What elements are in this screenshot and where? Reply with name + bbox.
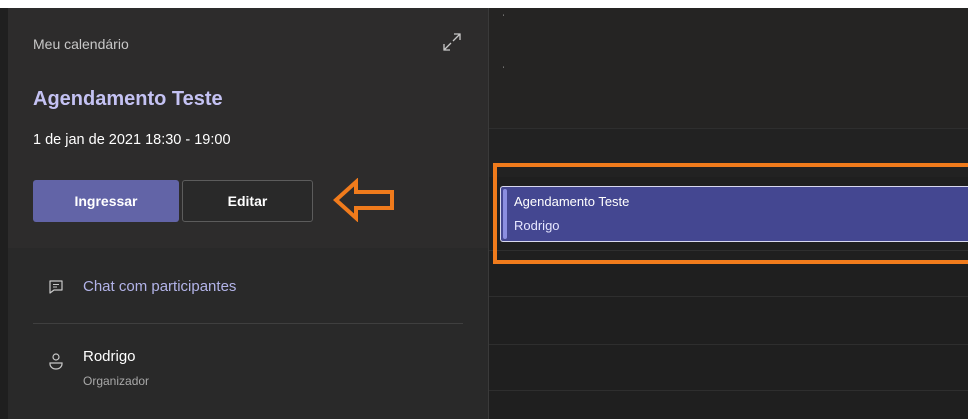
expand-icon[interactable] (441, 31, 463, 53)
event-block-organizer: Rodrigo (514, 218, 560, 233)
grid-line (488, 296, 968, 297)
grid-line (488, 390, 968, 391)
event-color-bar (503, 189, 507, 239)
grid-line (488, 128, 968, 129)
event-block-title: Agendamento Teste (514, 194, 630, 209)
join-button[interactable]: Ingressar (33, 180, 179, 222)
grid-line (488, 250, 968, 251)
person-icon (49, 353, 63, 370)
organizer-row: Rodrigo Organizador (8, 338, 488, 398)
chat-with-participants[interactable]: Chat com participantes (8, 256, 488, 320)
all-day-area (488, 8, 968, 128)
event-title: Agendamento Teste (33, 88, 223, 110)
edit-button[interactable]: Editar (182, 180, 313, 222)
grid-line (488, 344, 968, 345)
event-details-header: Meu calendário Agendamento Teste 1 de ja… (8, 8, 488, 248)
grid-divider (488, 8, 489, 419)
event-details-panel: Meu calendário Agendamento Teste 1 de ja… (8, 8, 488, 419)
organizer-name: Rodrigo (83, 348, 136, 365)
calendar-name: Meu calendário (33, 36, 129, 52)
arrow-left-icon (333, 178, 394, 222)
organizer-role: Organizador (83, 374, 150, 388)
grid-mark: ˈ (502, 14, 506, 25)
grid-mark: ˈ (502, 66, 506, 77)
chat-label: Chat com participantes (83, 278, 237, 295)
chat-icon (49, 280, 63, 294)
calendar-grid: ˈ ˈ Agendamento Teste Rodrigo (488, 8, 968, 419)
calendar-event[interactable]: Agendamento Teste Rodrigo (500, 186, 968, 242)
divider (33, 323, 463, 324)
teams-calendar-view: Meu calendário Agendamento Teste 1 de ja… (0, 8, 968, 419)
time-slot[interactable] (488, 129, 968, 177)
event-datetime: 1 de jan de 2021 18:30 - 19:00 (33, 132, 231, 148)
